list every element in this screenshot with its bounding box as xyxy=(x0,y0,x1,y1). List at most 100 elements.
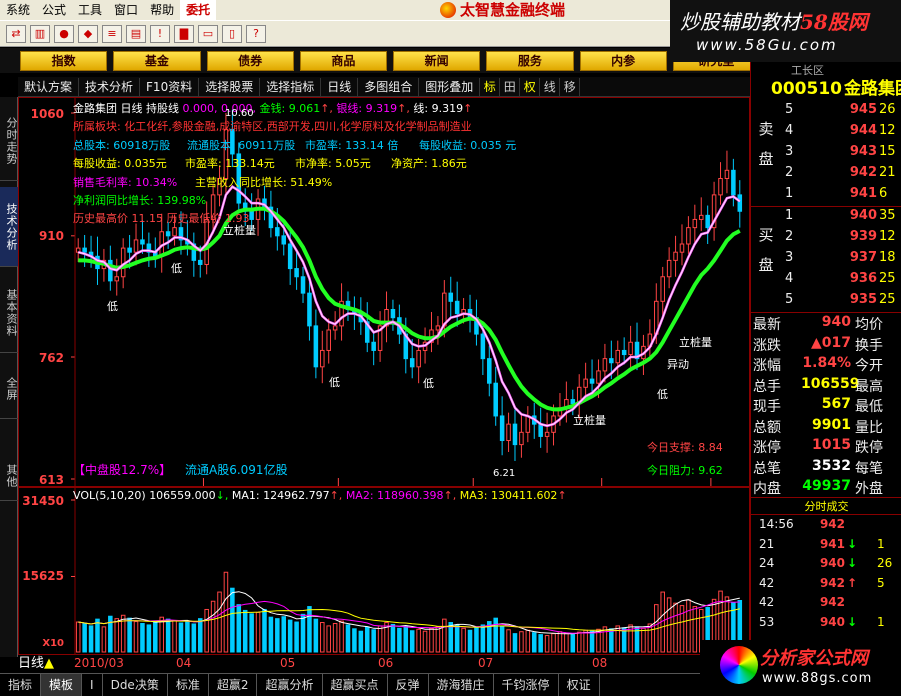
candle-body xyxy=(570,399,576,405)
candle-body xyxy=(519,431,524,446)
line-icon[interactable]: 线 xyxy=(540,77,561,96)
help-cursor-icon[interactable]: ? xyxy=(246,24,266,43)
candle-body xyxy=(435,325,441,331)
volume-bar xyxy=(178,622,184,653)
list-icon[interactable]: ≡ xyxy=(102,24,122,43)
candle-body xyxy=(731,169,736,196)
bottom-tab-standard[interactable]: 标准 xyxy=(168,674,209,696)
lizhuang-marker: 立桩量 xyxy=(223,224,256,237)
overlay-tab[interactable]: 图形叠加 xyxy=(419,77,481,96)
candle-body xyxy=(108,259,113,282)
menu-tools[interactable]: 工具 xyxy=(72,0,108,20)
select-indicator-tab[interactable]: 选择指标 xyxy=(260,77,322,96)
window-icon[interactable]: ▭ xyxy=(198,24,218,43)
stop-icon[interactable]: ● xyxy=(54,24,74,43)
menu-system[interactable]: 系统 xyxy=(0,0,36,20)
candle-body xyxy=(127,247,132,253)
nav-insider-button[interactable]: 内参 xyxy=(579,50,667,71)
volume-svg xyxy=(71,488,743,654)
tick-row: 21 941 ↓ 1 xyxy=(759,536,885,551)
candle-body xyxy=(718,178,723,196)
volume-bar xyxy=(442,618,447,653)
volume-bar xyxy=(686,599,691,653)
candle-body xyxy=(621,349,627,356)
orderbook-sell-row: 3 943 15 xyxy=(785,144,896,159)
bottom-tab-rebound[interactable]: 反弹 xyxy=(388,674,429,696)
move-icon[interactable]: 移 xyxy=(560,77,581,96)
nav-fund-button[interactable]: 基金 xyxy=(113,50,201,71)
volume-bar xyxy=(467,629,473,653)
f10-tab[interactable]: F10资料 xyxy=(140,77,200,96)
bottom-tab-indicator[interactable]: 指标 xyxy=(0,674,42,696)
period-dayline-tab[interactable]: 日线 xyxy=(321,77,359,96)
menu-formula[interactable]: 公式 xyxy=(36,0,72,20)
volume-chart[interactable]: 31450 15625 X10 VOL(5,10,20) 106559.000↓… xyxy=(18,487,750,655)
tab-basic-info[interactable]: 基本资料 xyxy=(0,273,18,353)
eps-yellow: 每股收益: 0.035元 xyxy=(73,157,167,170)
volume-bar xyxy=(557,631,563,653)
menu-trade[interactable]: 委托 xyxy=(180,0,217,20)
chart-icon[interactable]: ▥ xyxy=(30,24,50,43)
bottom-tab-i[interactable]: I xyxy=(82,674,103,696)
kline-chart[interactable]: 1060 910 762 613 金路集团 日线 持股线 0.000, 0.00… xyxy=(18,97,750,487)
ticks-title: 分时成交 xyxy=(751,497,901,515)
select-stock-tab[interactable]: 选择股票 xyxy=(199,77,261,96)
mark-icon[interactable]: 标 xyxy=(480,77,501,96)
orderbook-buy-row: 5 935 25 xyxy=(785,292,896,307)
nav-index-button[interactable]: 指数 xyxy=(20,50,108,71)
bottom-tab-hunter[interactable]: 游海猎庄 xyxy=(429,674,494,696)
rank-icon[interactable]: ▤ xyxy=(126,24,146,43)
volume-bar xyxy=(255,611,261,653)
period-indicator[interactable]: 日线▲ xyxy=(18,656,54,672)
grid-icon[interactable]: 田 xyxy=(500,77,521,96)
volume-bar xyxy=(589,630,595,653)
menu-help[interactable]: 帮助 xyxy=(144,0,180,20)
logo-line1: 分析家公式网 xyxy=(760,648,868,669)
volume-bar xyxy=(615,625,621,653)
tab-fullscreen[interactable]: 全屏 xyxy=(0,359,18,419)
tab-intraday[interactable]: 分时走势 xyxy=(0,101,18,181)
volume-bar xyxy=(95,618,100,653)
bottom-tab-template[interactable]: 模板 xyxy=(41,674,83,696)
multi-chart-tab[interactable]: 多图组合 xyxy=(358,77,420,96)
default-scheme-tab[interactable]: 默认方案 xyxy=(18,77,80,96)
tab-other[interactable]: 其他 xyxy=(0,451,18,501)
tab-tech-analysis[interactable]: 技术分析 xyxy=(0,187,18,267)
low-marker: 低 xyxy=(329,376,340,389)
vol-y-tick-label: 31450 xyxy=(22,494,64,508)
tech-analysis-tab[interactable]: 技术分析 xyxy=(79,77,141,96)
low-marker: 低 xyxy=(107,300,118,313)
volume-bar xyxy=(249,613,254,653)
candle-body xyxy=(390,309,396,319)
profit-growth: 净利润同比增长: 139.98% xyxy=(73,194,207,207)
stock-title: 金路集团 xyxy=(73,102,117,115)
quote-stat-row: 涨幅 1.84% 今开 xyxy=(753,355,883,374)
bottom-tab-chaoying-buy[interactable]: 超赢买点 xyxy=(323,674,388,696)
bottom-tab-chaoying-analysis[interactable]: 超赢分析 xyxy=(257,674,323,696)
nav-news-button[interactable]: 新闻 xyxy=(393,50,481,71)
candle-body xyxy=(275,227,280,237)
quote-tag: 工长区 xyxy=(791,64,824,77)
nav-bond-button[interactable]: 债券 xyxy=(206,50,294,71)
candle-body xyxy=(583,378,588,388)
indicator-name: 持股线 xyxy=(146,102,179,115)
orderbook-buy-row: 1 940 35 xyxy=(785,208,896,223)
candle-body xyxy=(602,358,608,372)
nav-commodity-button[interactable]: 商品 xyxy=(299,50,387,71)
book-icon[interactable]: ▯ xyxy=(222,24,242,43)
menu-window[interactable]: 窗口 xyxy=(108,0,144,20)
rights-icon[interactable]: 权 xyxy=(520,77,541,96)
alert-icon[interactable]: ! xyxy=(150,24,170,43)
bottom-tab-dde[interactable]: Dde决策 xyxy=(103,674,168,696)
connect-icon[interactable]: ⇄ xyxy=(6,24,26,43)
candle-body xyxy=(416,349,421,368)
candle-body xyxy=(487,358,492,384)
nav-service-button[interactable]: 服务 xyxy=(486,50,574,71)
bottom-tab-limit-up[interactable]: 千钧涨停 xyxy=(494,674,559,696)
volume-bar xyxy=(480,624,486,653)
diamond-icon[interactable]: ◆ xyxy=(78,24,98,43)
volume-bar xyxy=(88,625,94,653)
bar-chart-icon[interactable]: ▇ xyxy=(174,24,194,43)
bottom-tab-chaoying2[interactable]: 超赢2 xyxy=(209,674,258,696)
bottom-tab-warrant[interactable]: 权证 xyxy=(559,674,600,696)
